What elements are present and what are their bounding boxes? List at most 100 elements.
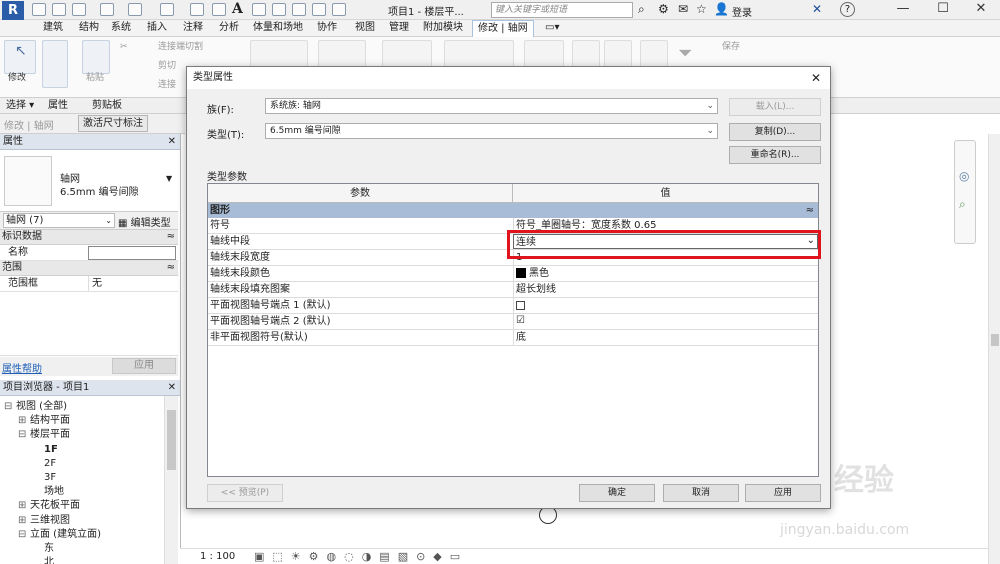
browser-item[interactable]: ⊟ 楼层平面 [18, 428, 70, 442]
apply-dialog-button[interactable]: 应用 [745, 484, 821, 502]
canvas-scrollbar[interactable] [988, 134, 1000, 564]
exchange-icon[interactable]: ✕ [812, 2, 822, 16]
redo-icon[interactable] [128, 3, 142, 16]
dialog-close-button[interactable]: ✕ [811, 67, 821, 89]
modify-button[interactable]: ↖ [4, 40, 36, 74]
instance-filter-select[interactable]: 轴网 (7) ⌄ [3, 213, 115, 228]
select-panel-label[interactable]: 选择 ▾ [2, 98, 38, 114]
load-button[interactable]: 载入(L)... [729, 98, 821, 116]
parameter-value[interactable]: 超长划线 [513, 282, 818, 297]
steering-wheel-icon[interactable]: ◎ [959, 169, 969, 183]
navigation-bar[interactable]: ◎ ⌕ [954, 140, 976, 244]
binoculars-icon[interactable]: ⌕ [638, 2, 645, 17]
search-input[interactable]: 键入关键字或短语 [491, 2, 633, 18]
scope-box-value[interactable]: 无 [88, 276, 178, 291]
browser-item[interactable]: 3F [32, 471, 56, 485]
chevron-down-icon[interactable]: ▼ [166, 174, 172, 183]
parameter-value[interactable]: ☑ [513, 314, 818, 329]
open-icon[interactable] [32, 3, 46, 16]
browser-item[interactable]: 2F [32, 457, 56, 471]
browser-item[interactable]: ⊞ 结构平面 [18, 414, 70, 428]
expand-toggle-icon[interactable]: ⊞ [18, 414, 30, 428]
connect-cut-button[interactable]: 连接端切割 [158, 40, 203, 54]
type-select[interactable]: 6.5mm 编号间隙 ⌄ [265, 123, 718, 139]
expand-toggle-icon[interactable]: ⊟ [18, 428, 30, 442]
tab-7[interactable]: 协作 [312, 20, 342, 37]
type-selector[interactable]: 轴网 6.5mm 编号间隙 ▼ [0, 150, 178, 212]
properties-help-link[interactable]: 属性帮助 [2, 360, 42, 375]
undo-icon[interactable] [100, 3, 114, 16]
collapse-icon[interactable]: ≈ [167, 230, 175, 244]
section-icon[interactable] [272, 3, 286, 16]
expand-toggle-icon[interactable]: ⊟ [4, 400, 16, 414]
zoom-icon[interactable]: ⌕ [959, 197, 966, 212]
browser-item[interactable]: 北 [32, 556, 54, 564]
browser-item[interactable]: 东 [32, 542, 54, 556]
subscription-icon[interactable]: ⚙ [658, 2, 669, 16]
tab-3[interactable]: 插入 [142, 20, 172, 37]
collapse-icon[interactable]: ≈ [167, 261, 175, 275]
identity-data-section[interactable]: 标识数据 ≈ [0, 230, 178, 245]
activate-dimensions-button[interactable]: 激活尺寸标注 [78, 115, 148, 132]
3d-view-icon[interactable] [252, 3, 266, 16]
browser-item[interactable]: 场地 [32, 485, 64, 499]
close-properties-icon[interactable]: ✕ [168, 134, 176, 149]
browser-scroll-thumb[interactable] [167, 410, 176, 470]
filter-icon[interactable]: ⏷ [678, 43, 692, 64]
dimension-icon[interactable] [212, 3, 226, 16]
favorites-icon[interactable]: ☆ [696, 2, 707, 16]
paste-button[interactable] [82, 40, 110, 74]
duplicate-button[interactable]: 复制(D)... [729, 123, 821, 141]
tab-4[interactable]: 注释 [178, 20, 208, 37]
user-icon[interactable]: 👤 [714, 2, 729, 16]
cut-button[interactable]: 剪切 [158, 59, 176, 73]
close-button[interactable]: ✕ [958, 0, 1000, 20]
name-field[interactable] [88, 246, 176, 260]
browser-scrollbar[interactable] [164, 396, 178, 564]
browser-item[interactable]: ⊞ 天花板平面 [18, 499, 80, 513]
graphics-group-header[interactable]: 图形 ≈ [208, 203, 818, 218]
contextual-tab-dropdown-icon[interactable]: ▭▾ [540, 20, 564, 37]
print-icon[interactable] [160, 3, 174, 16]
rename-button[interactable]: 重命名(R)... [729, 146, 821, 164]
scale-label[interactable]: 1 : 100 [200, 551, 235, 562]
browser-item[interactable]: ⊞ 三维视图 [18, 514, 70, 528]
save-selection-button[interactable]: 保存 [722, 40, 740, 54]
join-button[interactable]: 连接 [158, 78, 176, 92]
tab-0[interactable]: 建筑 [38, 20, 68, 37]
edit-type-button[interactable]: ▦ 编辑类型 [118, 214, 171, 229]
preview-button[interactable]: << 预览(P) [207, 484, 283, 502]
communication-icon[interactable]: ✉ [678, 2, 688, 16]
parameter-value[interactable] [513, 298, 818, 313]
help-icon[interactable]: ? [840, 2, 855, 17]
browser-item[interactable]: 1F [32, 443, 58, 457]
browser-item[interactable]: ⊟ 视图 (全部) [4, 400, 67, 414]
expand-toggle-icon[interactable]: ⊞ [18, 499, 30, 513]
checkbox[interactable] [516, 300, 525, 310]
text-icon[interactable]: A [232, 1, 243, 17]
family-select[interactable]: 系统族: 轴网 ⌄ [265, 98, 718, 114]
collapse-icon[interactable]: ≈ [806, 203, 814, 218]
browser-item[interactable]: ⊟ 立面 (建筑立面) [18, 528, 101, 542]
range-section[interactable]: 范围 ≈ [0, 261, 178, 276]
cut-tool-icon[interactable]: ✂ [120, 40, 128, 54]
sync-icon[interactable] [72, 3, 86, 16]
revit-logo[interactable]: R [2, 1, 24, 20]
checkbox[interactable]: ☑ [516, 315, 525, 326]
close-hidden-icon[interactable] [312, 3, 326, 16]
save-icon[interactable] [52, 3, 66, 16]
cancel-button[interactable]: 取消 [663, 484, 739, 502]
parameter-value[interactable]: 黑色 [513, 266, 818, 281]
tab-10[interactable]: 附加模块 [418, 20, 468, 37]
login-link[interactable]: 登录 [732, 4, 752, 19]
parameter-value[interactable]: 底 [513, 330, 818, 345]
close-browser-icon[interactable]: ✕ [168, 380, 176, 395]
tab-5[interactable]: 分析 [214, 20, 244, 37]
apply-button[interactable]: 应用 [112, 358, 176, 374]
tab-8[interactable]: 视图 [350, 20, 380, 37]
tab-1[interactable]: 结构 [74, 20, 104, 37]
tab-6[interactable]: 体量和场地 [248, 20, 308, 37]
expand-toggle-icon[interactable]: ⊞ [18, 514, 30, 528]
switch-windows-icon[interactable] [332, 3, 346, 16]
tab-9[interactable]: 管理 [384, 20, 414, 37]
